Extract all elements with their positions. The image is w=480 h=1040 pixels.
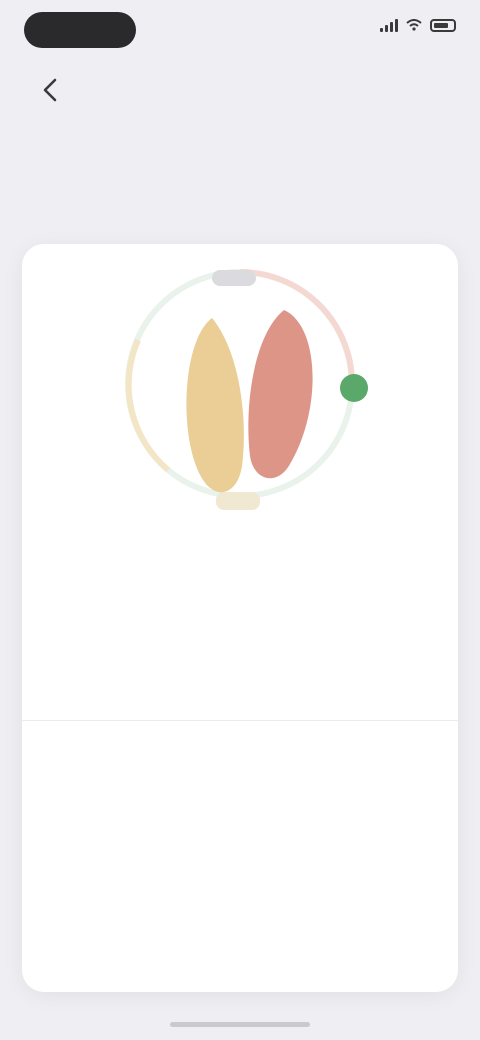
metric-item [34,744,179,762]
left-organ-shape [186,318,244,493]
metric-item [168,744,313,762]
chevron-left-icon [43,78,57,102]
detail-link[interactable] [22,688,458,704]
wifi-icon [406,19,422,31]
divider [22,720,458,721]
result-card [22,244,458,992]
status-icons [380,18,456,32]
cellular-signal-icon [380,18,398,32]
navigation-bar [0,60,480,120]
back-button[interactable] [30,70,70,110]
battery-icon [430,18,456,32]
status-bar [0,0,480,60]
metric-item [302,744,447,762]
home-indicator[interactable] [170,1022,310,1027]
right-organ-shape [248,310,313,479]
status-time [24,12,136,48]
indicator-dot [340,374,368,402]
digestive-organs-illustration [125,269,368,510]
